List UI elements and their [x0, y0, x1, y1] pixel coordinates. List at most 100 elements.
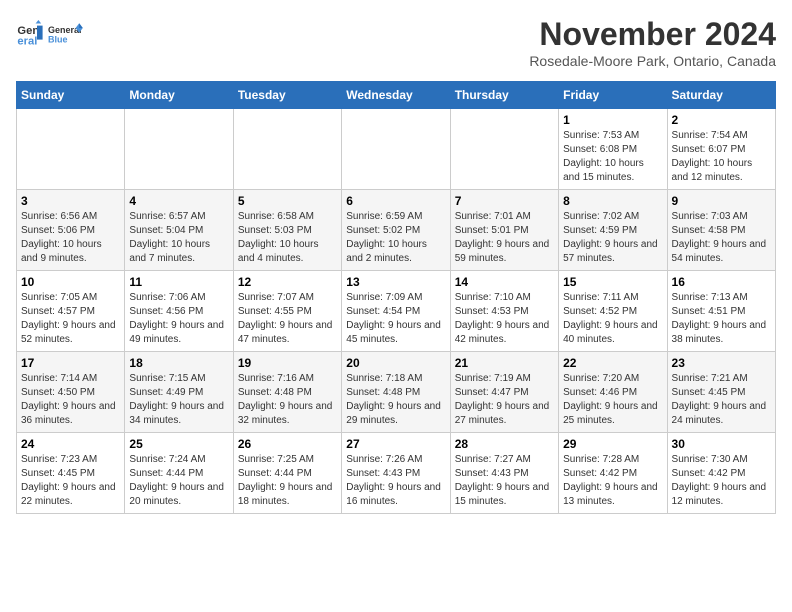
calendar-cell: 2Sunrise: 7:54 AM Sunset: 6:07 PM Daylig…	[667, 109, 775, 190]
day-number: 5	[238, 194, 337, 208]
day-number: 14	[455, 275, 554, 289]
day-number: 6	[346, 194, 445, 208]
day-info: Sunrise: 7:53 AM Sunset: 6:08 PM Dayligh…	[563, 129, 662, 185]
day-info: Sunrise: 6:59 AM Sunset: 5:02 PM Dayligh…	[346, 210, 445, 266]
month-title: November 2024	[529, 16, 776, 53]
day-info: Sunrise: 6:56 AM Sunset: 5:06 PM Dayligh…	[21, 210, 120, 266]
calendar-cell: 20 Sunrise: 7:18 AM Sunset: 4:48 PM Dayli…	[342, 352, 450, 433]
day-number: 29	[563, 437, 662, 451]
weekday-header-tuesday: Tuesday	[233, 82, 341, 109]
day-number: 8	[563, 194, 662, 208]
calendar-cell: 29Sunrise: 7:28 AM Sunset: 4:42 PM Dayli…	[559, 433, 667, 514]
calendar-cell: 14Sunrise: 7:10 AM Sunset: 4:53 PM Dayli…	[450, 271, 558, 352]
calendar-cell: 15 Sunrise: 7:11 AM Sunset: 4:52 PM Dayli…	[559, 271, 667, 352]
logo: Gen eral General Blue	[16, 16, 84, 52]
calendar-cell: 30 Sunrise: 7:30 AM Sunset: 4:42 PM Dayli…	[667, 433, 775, 514]
day-info: Sunrise: 7:21 AM Sunset: 4:45 PM Dayligh…	[672, 372, 771, 428]
calendar-cell: 19 Sunrise: 7:16 AM Sunset: 4:48 PM Dayli…	[233, 352, 341, 433]
day-number: 1	[563, 113, 662, 127]
weekday-header-sunday: Sunday	[17, 82, 125, 109]
weekday-header-row: SundayMondayTuesdayWednesdayThursdayFrid…	[17, 82, 776, 109]
week-row-4: 24 Sunrise: 7:23 AM Sunset: 4:45 PM Dayli…	[17, 433, 776, 514]
day-info: Sunrise: 7:06 AM Sunset: 4:56 PM Dayligh…	[129, 291, 228, 347]
day-info: Sunrise: 7:24 AM Sunset: 4:44 PM Dayligh…	[129, 453, 228, 509]
day-number: 25	[129, 437, 228, 451]
day-number: 23	[672, 356, 771, 370]
calendar-cell	[125, 109, 233, 190]
calendar-cell: 12 Sunrise: 7:07 AM Sunset: 4:55 PM Dayli…	[233, 271, 341, 352]
day-number: 16	[672, 275, 771, 289]
calendar-cell	[233, 109, 341, 190]
calendar-cell: 26 Sunrise: 7:25 AM Sunset: 4:44 PM Dayli…	[233, 433, 341, 514]
day-info: Sunrise: 7:11 AM Sunset: 4:52 PM Dayligh…	[563, 291, 662, 347]
day-info: Sunrise: 7:23 AM Sunset: 4:45 PM Dayligh…	[21, 453, 120, 509]
calendar-cell: 4Sunrise: 6:57 AM Sunset: 5:04 PM Daylig…	[125, 190, 233, 271]
calendar-cell	[342, 109, 450, 190]
day-number: 2	[672, 113, 771, 127]
week-row-1: 3Sunrise: 6:56 AM Sunset: 5:06 PM Daylig…	[17, 190, 776, 271]
day-info: Sunrise: 7:09 AM Sunset: 4:54 PM Dayligh…	[346, 291, 445, 347]
calendar-cell: 27 Sunrise: 7:26 AM Sunset: 4:43 PM Dayli…	[342, 433, 450, 514]
day-info: Sunrise: 7:25 AM Sunset: 4:44 PM Dayligh…	[238, 453, 337, 509]
title-area: November 2024 Rosedale-Moore Park, Ontar…	[529, 16, 776, 69]
calendar-cell: 13 Sunrise: 7:09 AM Sunset: 4:54 PM Dayli…	[342, 271, 450, 352]
day-info: Sunrise: 7:05 AM Sunset: 4:57 PM Dayligh…	[21, 291, 120, 347]
day-info: Sunrise: 7:30 AM Sunset: 4:42 PM Dayligh…	[672, 453, 771, 509]
calendar-cell: 17 Sunrise: 7:14 AM Sunset: 4:50 PM Dayli…	[17, 352, 125, 433]
calendar-cell	[17, 109, 125, 190]
calendar-cell: 8Sunrise: 7:02 AM Sunset: 4:59 PM Daylig…	[559, 190, 667, 271]
day-number: 7	[455, 194, 554, 208]
day-number: 20	[346, 356, 445, 370]
day-info: Sunrise: 7:15 AM Sunset: 4:49 PM Dayligh…	[129, 372, 228, 428]
header: Gen eral General Blue November 2024 Rose…	[16, 16, 776, 69]
calendar-cell: 11Sunrise: 7:06 AM Sunset: 4:56 PM Dayli…	[125, 271, 233, 352]
week-row-2: 10 Sunrise: 7:05 AM Sunset: 4:57 PM Dayli…	[17, 271, 776, 352]
week-row-3: 17 Sunrise: 7:14 AM Sunset: 4:50 PM Dayli…	[17, 352, 776, 433]
day-number: 26	[238, 437, 337, 451]
calendar-cell: 5 Sunrise: 6:58 AM Sunset: 5:03 PM Daylig…	[233, 190, 341, 271]
day-number: 9	[672, 194, 771, 208]
day-info: Sunrise: 7:26 AM Sunset: 4:43 PM Dayligh…	[346, 453, 445, 509]
day-number: 28	[455, 437, 554, 451]
day-number: 24	[21, 437, 120, 451]
calendar-cell: 16 Sunrise: 7:13 AM Sunset: 4:51 PM Dayli…	[667, 271, 775, 352]
day-number: 17	[21, 356, 120, 370]
calendar-cell: 28 Sunrise: 7:27 AM Sunset: 4:43 PM Dayli…	[450, 433, 558, 514]
day-info: Sunrise: 7:27 AM Sunset: 4:43 PM Dayligh…	[455, 453, 554, 509]
day-info: Sunrise: 7:01 AM Sunset: 5:01 PM Dayligh…	[455, 210, 554, 266]
day-number: 13	[346, 275, 445, 289]
day-info: Sunrise: 6:58 AM Sunset: 5:03 PM Dayligh…	[238, 210, 337, 266]
calendar-cell: 25 Sunrise: 7:24 AM Sunset: 4:44 PM Dayli…	[125, 433, 233, 514]
day-info: Sunrise: 7:16 AM Sunset: 4:48 PM Dayligh…	[238, 372, 337, 428]
weekday-header-wednesday: Wednesday	[342, 82, 450, 109]
day-number: 30	[672, 437, 771, 451]
day-number: 27	[346, 437, 445, 451]
logo-graphic: General Blue	[48, 16, 84, 52]
svg-text:General: General	[48, 25, 82, 35]
day-number: 22	[563, 356, 662, 370]
day-info: Sunrise: 7:14 AM Sunset: 4:50 PM Dayligh…	[21, 372, 120, 428]
week-row-0: 1 Sunrise: 7:53 AM Sunset: 6:08 PM Daylig…	[17, 109, 776, 190]
day-info: Sunrise: 7:13 AM Sunset: 4:51 PM Dayligh…	[672, 291, 771, 347]
day-number: 12	[238, 275, 337, 289]
calendar-cell: 6 Sunrise: 6:59 AM Sunset: 5:02 PM Daylig…	[342, 190, 450, 271]
day-number: 4	[129, 194, 228, 208]
day-info: Sunrise: 7:18 AM Sunset: 4:48 PM Dayligh…	[346, 372, 445, 428]
calendar-cell: 18Sunrise: 7:15 AM Sunset: 4:49 PM Dayli…	[125, 352, 233, 433]
svg-text:Blue: Blue	[48, 34, 68, 44]
day-number: 19	[238, 356, 337, 370]
calendar-cell: 3Sunrise: 6:56 AM Sunset: 5:06 PM Daylig…	[17, 190, 125, 271]
weekday-header-thursday: Thursday	[450, 82, 558, 109]
calendar-cell: 7 Sunrise: 7:01 AM Sunset: 5:01 PM Daylig…	[450, 190, 558, 271]
calendar-cell: 22 Sunrise: 7:20 AM Sunset: 4:46 PM Dayli…	[559, 352, 667, 433]
calendar-cell	[450, 109, 558, 190]
day-number: 10	[21, 275, 120, 289]
day-info: Sunrise: 7:20 AM Sunset: 4:46 PM Dayligh…	[563, 372, 662, 428]
day-info: Sunrise: 7:19 AM Sunset: 4:47 PM Dayligh…	[455, 372, 554, 428]
day-info: Sunrise: 7:07 AM Sunset: 4:55 PM Dayligh…	[238, 291, 337, 347]
weekday-header-monday: Monday	[125, 82, 233, 109]
day-number: 15	[563, 275, 662, 289]
day-info: Sunrise: 7:03 AM Sunset: 4:58 PM Dayligh…	[672, 210, 771, 266]
logo-icon: Gen eral	[16, 20, 44, 48]
calendar-table: SundayMondayTuesdayWednesdayThursdayFrid…	[16, 81, 776, 514]
